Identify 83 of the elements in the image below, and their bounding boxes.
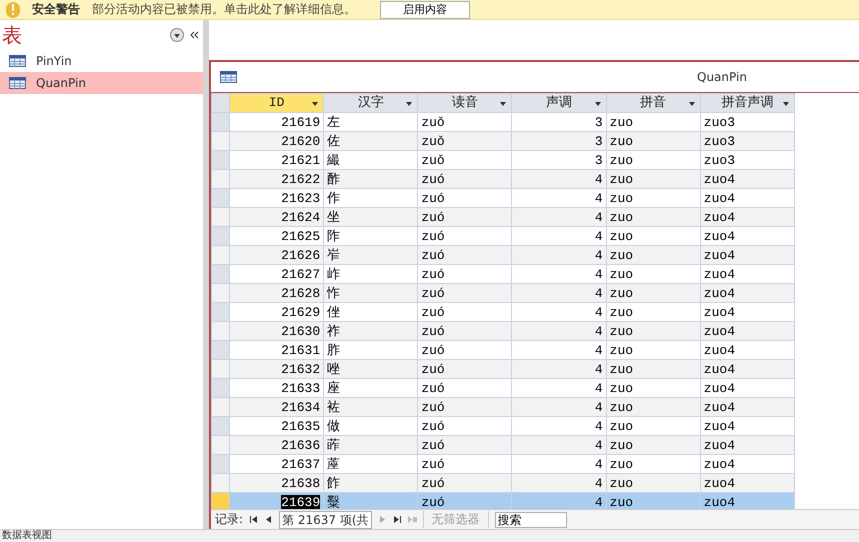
table-cell: 坐: [324, 208, 418, 226]
record-label: 记录:: [215, 511, 244, 528]
table-cell: zuó: [418, 284, 512, 302]
column-header[interactable]: 汉字: [324, 94, 418, 112]
table-cell: zuo3: [700, 132, 794, 150]
table-cell: 岝: [324, 246, 418, 264]
table-cell: zuó: [418, 170, 512, 188]
warning-message[interactable]: 部分活动内容已被禁用。单击此处了解详细信息。: [92, 1, 356, 18]
table-cell: 21634: [230, 398, 324, 416]
table-cell: zuo4: [700, 474, 794, 492]
column-header[interactable]: ID: [230, 94, 324, 112]
pane-heading: 表: [2, 22, 23, 48]
table-cell: zuó: [418, 322, 512, 340]
table-cell: 21639: [230, 492, 324, 509]
enable-content-button[interactable]: 启用内容: [380, 0, 470, 18]
table-cell: zuó: [418, 474, 512, 492]
table-cell: zuo4: [700, 360, 794, 378]
table-cell: zuo4: [700, 436, 794, 454]
column-header[interactable]: 拼音: [606, 94, 700, 112]
table-cell: zuo4: [700, 246, 794, 264]
table-cell: 4: [512, 284, 606, 302]
table-cell: zuo: [606, 436, 700, 454]
table-cell: zuo4: [700, 284, 794, 302]
table-cell: 21638: [230, 474, 324, 492]
table-cell: zuó: [418, 246, 512, 264]
table-cell: zuo: [606, 208, 700, 226]
table-cell: 21632: [230, 360, 324, 378]
table-cell: 唑: [324, 360, 418, 378]
table-cell: zuǒ: [418, 132, 512, 150]
table-cell: zuo: [606, 170, 700, 188]
table-cell: 4: [512, 322, 606, 340]
table-cell: 葃: [324, 436, 418, 454]
table-title: QuanPin: [697, 70, 747, 84]
table-cell: 21622: [230, 170, 324, 188]
table-cell: zuo4: [700, 398, 794, 416]
table-cell: 佐: [324, 132, 418, 150]
table-cell: zuo4: [700, 322, 794, 340]
table-cell: 怍: [324, 284, 418, 302]
table-cell: 4: [512, 492, 606, 509]
column-header[interactable]: 读音: [418, 94, 512, 112]
table-cell: zuó: [418, 436, 512, 454]
table-cell: 3: [512, 132, 606, 150]
table-cell: zuo: [606, 492, 700, 509]
table-cell: 糳: [324, 492, 418, 509]
table-cell: zuo: [606, 360, 700, 378]
search-field[interactable]: 搜索: [494, 512, 567, 528]
record-position-field[interactable]: 第 21637 项(共: [279, 510, 372, 528]
table-cell: 4: [512, 436, 606, 454]
table-cell: zuo: [606, 284, 700, 302]
table-cell: 酢: [324, 170, 418, 188]
table-cell: zuó: [418, 398, 512, 416]
table-cell: zuo: [606, 132, 700, 150]
table-cell: 4: [512, 474, 606, 492]
table-cell: 21630: [230, 322, 324, 340]
table-cell: 21620: [230, 132, 324, 150]
warning-title: 安全警告: [32, 1, 80, 18]
table-cell: 21636: [230, 436, 324, 454]
status-text: 数据表视图: [2, 531, 52, 541]
nav-item[interactable]: PinYin: [0, 50, 203, 72]
table-cell: 21628: [230, 284, 324, 302]
nav-item[interactable]: QuanPin: [0, 72, 203, 94]
column-header[interactable]: 拼音声调: [700, 94, 794, 112]
table-cell: zuo4: [700, 492, 794, 509]
table-cell: zuo: [606, 474, 700, 492]
table-cell: 4: [512, 170, 606, 188]
table-cell: 21626: [230, 246, 324, 264]
table-cell: zuo: [606, 246, 700, 264]
column-header[interactable]: 声调: [512, 94, 606, 112]
table-cell: zuó: [418, 492, 512, 509]
table-cell: 4: [512, 208, 606, 226]
table-cell: 4: [512, 360, 606, 378]
table-cell: 袏: [324, 398, 418, 416]
table-cell: 祚: [324, 322, 418, 340]
table-cell: zuó: [418, 208, 512, 226]
table-cell: 4: [512, 398, 606, 416]
table-cell: zuo: [606, 398, 700, 416]
table-cell: zuo4: [700, 208, 794, 226]
table-cell: zuo: [606, 322, 700, 340]
table-cell: 飵: [324, 474, 418, 492]
table-cell: 21624: [230, 208, 324, 226]
table-cell: zuó: [418, 360, 512, 378]
table-cell: zuo4: [700, 170, 794, 188]
table-cell: 4: [512, 246, 606, 264]
